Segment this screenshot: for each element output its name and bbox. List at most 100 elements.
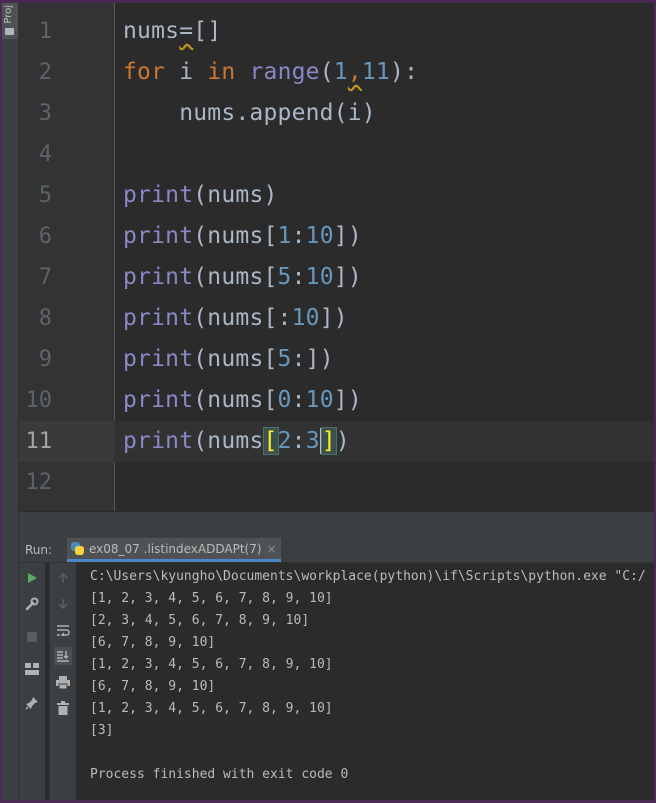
code-token: 10: [305, 264, 334, 290]
code-token: :: [291, 264, 306, 290]
code-token: (nums[:: [193, 305, 292, 331]
console-line: C:\Users\kyungho\Documents\workplace(pyt…: [90, 569, 646, 584]
code-token: =: [179, 18, 194, 44]
code-text: print(nums[0:10]): [123, 380, 362, 421]
code-token: 2: [277, 428, 292, 454]
project-tool-label: Proj: [3, 5, 14, 24]
code-line[interactable]: 12: [19, 462, 654, 503]
code-token: :: [291, 428, 306, 454]
wrench-icon[interactable]: [23, 595, 41, 613]
code-token: 1: [333, 59, 348, 85]
code-token: ,: [347, 59, 362, 85]
trash-icon[interactable]: [54, 699, 72, 717]
code-token: print: [123, 223, 194, 249]
project-tool-button[interactable]: Proj: [2, 3, 18, 39]
line-number-cell: 2: [19, 52, 114, 93]
panel-divider[interactable]: [19, 511, 654, 539]
code-text: for i in range(1,11):: [123, 52, 418, 93]
console-line: [2, 3, 4, 5, 6, 7, 8, 9, 10]: [90, 613, 310, 628]
line-number: 5: [38, 183, 52, 208]
pin-icon[interactable]: [23, 694, 41, 712]
code-token: nums.append(i): [123, 100, 376, 126]
python-icon: [71, 542, 84, 555]
code-token: (nums[: [193, 223, 278, 249]
code-text: print(nums[5:]): [123, 339, 334, 380]
line-number-cell: 4: [19, 134, 114, 175]
line-number-cell: 11: [19, 421, 114, 462]
arrow-down-icon[interactable]: [54, 595, 72, 613]
code-editor[interactable]: 1 nums=[] 2 for i in range(1,11): 3 nums.app…: [19, 3, 654, 511]
code-token: in: [207, 59, 236, 85]
print-icon[interactable]: [54, 673, 72, 691]
line-number-cell: 9: [19, 339, 114, 380]
soft-wrap-icon[interactable]: [54, 621, 72, 639]
code-line[interactable]: 5 print(nums): [19, 175, 654, 216]
run-label: Run:: [25, 543, 53, 557]
console-line: [3]: [90, 723, 114, 738]
code-token: (nums[: [193, 264, 278, 290]
code-token: 3: [305, 428, 322, 454]
code-line-current[interactable]: 11 print(nums[2:3]): [19, 421, 654, 462]
console-line: [6, 7, 8, 9, 10]: [90, 679, 216, 694]
code-token: print: [123, 387, 194, 413]
run-tool-window: Run: ex08_07 .listindexADDAPt(7) × C:\Us…: [19, 538, 654, 800]
code-token: for: [123, 59, 166, 85]
scroll-to-end-icon[interactable]: [54, 647, 72, 665]
code-token: 5: [277, 264, 292, 290]
console-output[interactable]: C:\Users\kyungho\Documents\workplace(pyt…: [80, 563, 654, 800]
line-number-cell: 8: [19, 298, 114, 339]
code-line[interactable]: 6 print(nums[1:10]): [19, 216, 654, 257]
code-token: (nums): [193, 182, 278, 208]
code-token: [: [262, 427, 279, 455]
code-line[interactable]: 1 nums=[]: [19, 11, 654, 52]
run-tab-title: ex08_07 .listindexADDAPt(7): [89, 541, 262, 556]
close-icon[interactable]: ×: [267, 542, 277, 556]
play-icon[interactable]: [23, 569, 41, 587]
code-token: 1: [277, 223, 292, 249]
code-token: 10: [305, 223, 334, 249]
run-toolbar-right: [49, 563, 76, 800]
code-token: 10: [291, 305, 320, 331]
code-token: ]: [320, 427, 337, 455]
code-token: print: [123, 305, 194, 331]
code-token: :]): [291, 346, 334, 372]
arrow-up-icon[interactable]: [54, 569, 72, 587]
line-number: 9: [38, 347, 52, 372]
stop-icon[interactable]: [23, 628, 41, 646]
line-number-cell: 7: [19, 257, 114, 298]
code-text: print(nums[:10]): [123, 298, 348, 339]
code-token: :: [291, 387, 306, 413]
project-tool-strip: Proj: [2, 3, 19, 800]
code-token: ]): [333, 223, 362, 249]
code-text: print(nums): [123, 175, 278, 216]
console-line: [6, 7, 8, 9, 10]: [90, 635, 216, 650]
code-token: i: [165, 59, 208, 85]
code-text: print(nums[5:10]): [123, 257, 362, 298]
code-line[interactable]: 10 print(nums[0:10]): [19, 380, 654, 421]
code-token: ]): [319, 305, 348, 331]
code-text: print(nums[2:3]): [123, 421, 350, 462]
run-toolbar-left: [19, 563, 45, 800]
code-line[interactable]: 7 print(nums[5:10]): [19, 257, 654, 298]
code-line[interactable]: 3 nums.append(i): [19, 93, 654, 134]
run-config-tab[interactable]: ex08_07 .listindexADDAPt(7) ×: [67, 538, 281, 562]
line-number: 11: [25, 429, 53, 454]
code-token: print: [123, 428, 194, 454]
code-line[interactable]: 4: [19, 134, 654, 175]
code-line[interactable]: 9 print(nums[5:]): [19, 339, 654, 380]
layout-icon[interactable]: [23, 660, 41, 678]
folder-icon: [5, 28, 14, 35]
line-number: 4: [38, 142, 52, 167]
run-header: Run: ex08_07 .listindexADDAPt(7) ×: [19, 538, 654, 563]
code-line[interactable]: 8 print(nums[:10]): [19, 298, 654, 339]
code-token: []: [193, 18, 222, 44]
code-text: print(nums[1:10]): [123, 216, 362, 257]
line-number-cell: 6: [19, 216, 114, 257]
line-number: 8: [38, 306, 52, 331]
code-token: print: [123, 264, 194, 290]
code-token: :: [291, 223, 306, 249]
code-token: 0: [277, 387, 292, 413]
console-line: [1, 2, 3, 4, 5, 6, 7, 8, 9, 10]: [90, 591, 333, 606]
code-line[interactable]: 2 for i in range(1,11):: [19, 52, 654, 93]
